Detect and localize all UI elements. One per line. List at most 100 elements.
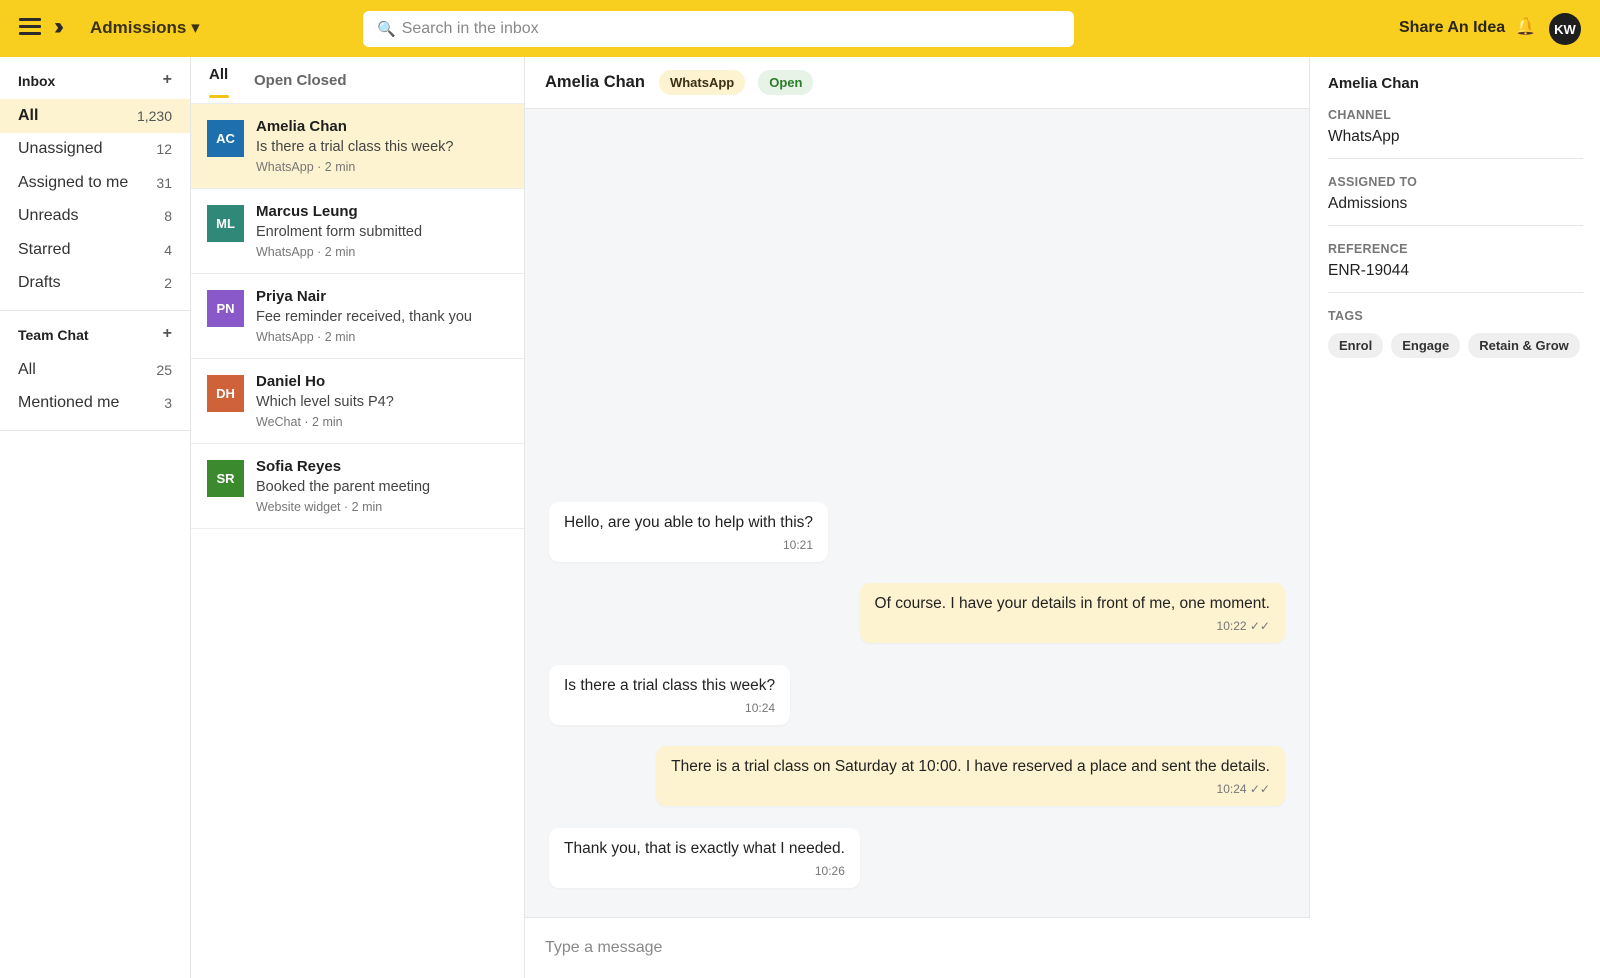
sidebar-item-label: Starred <box>18 240 71 258</box>
sidebar-item-count: 12 <box>156 141 172 158</box>
add-inbox-icon[interactable]: + <box>163 71 172 89</box>
tab-open-closed[interactable]: Open Closed <box>254 72 347 89</box>
assigned-to-field[interactable]: ASSIGNED TO Admissions <box>1328 175 1583 226</box>
conversation-meta: WhatsApp · 2 min <box>256 245 356 259</box>
message-preview: Enrolment form submitted <box>256 224 423 240</box>
user-avatar[interactable]: KW <box>1549 13 1581 45</box>
sidebar: Inbox + All 1,230 Unassigned 12 Assigned… <box>0 57 191 978</box>
double-chevron-right-icon[interactable]: ›› <box>54 15 64 39</box>
message-time: 10:21 <box>782 538 814 552</box>
message-time: 10:24 ✓✓ <box>1216 782 1270 796</box>
conversation-tabs: All Open Closed <box>191 57 524 104</box>
field-value: ENR-19044 <box>1328 262 1409 279</box>
sidebar-item-team-all[interactable]: All 25 <box>0 353 190 387</box>
message-outgoing: There is a trial class on Saturday at 10… <box>656 746 1285 806</box>
sidebar-item-count: 8 <box>164 208 172 225</box>
share-idea-button[interactable]: Share An Idea <box>1399 19 1505 37</box>
contact-name: Priya Nair <box>256 288 327 305</box>
sidebar-item-unassigned[interactable]: Unassigned 12 <box>0 133 190 167</box>
chat-header: Amelia Chan WhatsApp Open <box>525 57 1309 109</box>
section-divider <box>0 430 190 431</box>
add-team-chat-icon[interactable]: + <box>163 325 172 343</box>
field-label: REFERENCE <box>1328 242 1408 256</box>
chat-contact-name: Amelia Chan <box>545 73 645 91</box>
message-preview: Is there a trial class this week? <box>256 139 454 155</box>
contact-name: Sofia Reyes <box>256 458 342 475</box>
conversation-meta: Website widget · 2 min <box>256 500 383 514</box>
contact-avatar: AC <box>207 120 244 157</box>
sidebar-item-label: Unassigned <box>18 140 103 158</box>
message-text: Is there a trial class this week? <box>564 677 776 694</box>
reference-field: REFERENCE ENR-19044 <box>1328 242 1583 293</box>
sidebar-item-all[interactable]: All 1,230 <box>0 99 190 133</box>
sidebar-item-count: 25 <box>156 361 172 378</box>
message-text: Of course. I have your details in front … <box>874 595 1270 612</box>
field-label: CHANNEL <box>1328 108 1392 122</box>
conversation-list: All Open Closed AC Amelia Chan Is there … <box>191 57 525 978</box>
message-incoming: Thank you, that is exactly what I needed… <box>549 828 860 888</box>
tag-chip[interactable]: Engage <box>1391 333 1461 358</box>
conversation-item[interactable]: AC Amelia Chan Is there a trial class th… <box>191 104 524 189</box>
search-input[interactable] <box>401 20 1042 38</box>
field-label: TAGS <box>1328 309 1363 323</box>
team-chat-section-title: Team Chat <box>18 327 89 343</box>
message-time: 10:26 <box>814 864 845 878</box>
inbox-section-title: Inbox <box>18 73 56 89</box>
sidebar-item-label: All <box>18 106 39 124</box>
message-incoming: Is there a trial class this week? 10:24 <box>549 665 791 725</box>
sidebar-item-count: 2 <box>164 275 172 292</box>
contact-avatar: DH <box>207 375 244 412</box>
search-icon: 🔍 <box>377 21 396 38</box>
sidebar-item-drafts[interactable]: Drafts 2 <box>0 267 190 301</box>
sidebar-item-assigned-to-me[interactable]: Assigned to me 31 <box>0 166 190 200</box>
sidebar-item-unreads[interactable]: Unreads 8 <box>0 200 190 234</box>
channel-field: CHANNEL WhatsApp <box>1328 108 1583 159</box>
sidebar-item-label: All <box>18 360 36 378</box>
tag-chip[interactable]: Enrol <box>1328 333 1384 358</box>
conversation-item[interactable]: PN Priya Nair Fee reminder received, tha… <box>191 274 524 359</box>
conversation-item[interactable]: ML Marcus Leung Enrolment form submitted… <box>191 189 524 274</box>
field-label: ASSIGNED TO <box>1328 175 1418 189</box>
contact-avatar: PN <box>207 290 244 327</box>
conversation-item[interactable]: DH Daniel Ho Which level suits P4? WeCha… <box>191 359 524 444</box>
sidebar-item-count: 31 <box>156 174 172 191</box>
channel-badge: WhatsApp <box>658 70 746 95</box>
message-text: There is a trial class on Saturday at 10… <box>671 758 1270 775</box>
conversation-meta: WeChat · 2 min <box>256 415 343 429</box>
contact-details-panel: Amelia Chan CHANNEL WhatsApp ASSIGNED TO… <box>1310 57 1600 978</box>
inbox-section-header: Inbox + <box>0 57 190 99</box>
contact-avatar: ML <box>207 205 244 242</box>
details-contact-name: Amelia Chan <box>1328 75 1419 92</box>
conversation-item[interactable]: SR Sofia Reyes Booked the parent meeting… <box>191 444 524 529</box>
sidebar-item-starred[interactable]: Starred 4 <box>0 233 190 267</box>
tab-all[interactable]: All <box>209 66 230 98</box>
search-box[interactable]: 🔍 <box>363 11 1074 47</box>
message-time: 10:24 <box>745 701 776 715</box>
message-outgoing: Of course. I have your details in front … <box>859 583 1285 643</box>
menu-icon[interactable] <box>19 18 41 38</box>
tag-chip[interactable]: Retain & Grow <box>1468 333 1580 358</box>
sidebar-item-label: Drafts <box>18 274 61 292</box>
contact-name: Marcus Leung <box>256 203 358 220</box>
message-preview: Fee reminder received, thank you <box>256 309 472 325</box>
workspace-switcher[interactable]: Admissions ▾ <box>90 18 200 38</box>
message-text: Hello, are you able to help with this? <box>564 514 814 531</box>
message-preview: Booked the parent meeting <box>256 479 431 495</box>
sidebar-item-mentioned-me[interactable]: Mentioned me 3 <box>0 387 190 421</box>
status-badge[interactable]: Open <box>758 70 814 95</box>
message-incoming: Hello, are you able to help with this? 1… <box>549 502 829 562</box>
message-text: Thank you, that is exactly what I needed… <box>564 840 845 857</box>
chat-panel: Amelia Chan WhatsApp Open Hello, are you… <box>525 57 1310 978</box>
contact-name: Amelia Chan <box>256 118 347 135</box>
tag-list: Enrol Engage Retain & Grow <box>1328 333 1583 358</box>
sidebar-item-count: 4 <box>164 241 172 258</box>
message-composer <box>525 917 1310 978</box>
field-value: WhatsApp <box>1328 128 1400 145</box>
message-input[interactable] <box>545 939 1265 957</box>
sidebar-item-count: 3 <box>164 395 172 412</box>
message-time: 10:22 ✓✓ <box>1216 619 1270 633</box>
conversation-meta: WhatsApp · 2 min <box>256 160 356 174</box>
bell-icon[interactable]: 🔔 <box>1515 17 1536 37</box>
conversation-meta: WhatsApp · 2 min <box>256 330 356 344</box>
sidebar-item-label: Assigned to me <box>18 173 129 191</box>
